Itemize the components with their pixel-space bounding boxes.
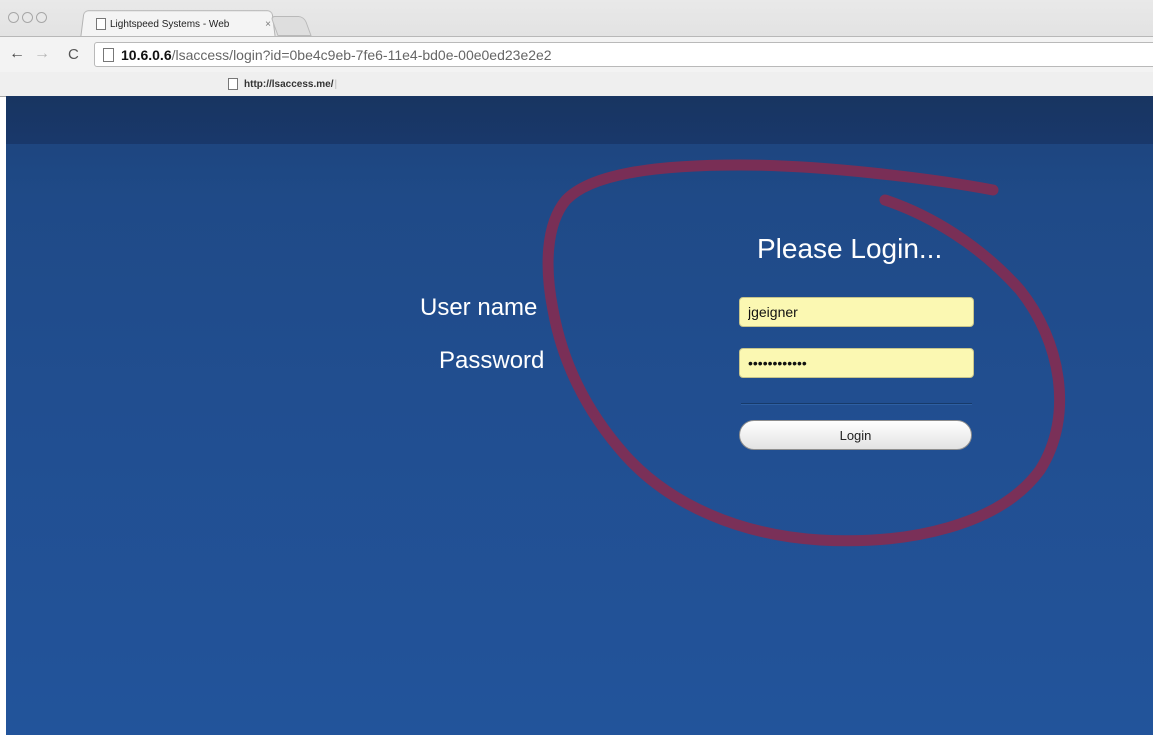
tab-close-icon[interactable]: ×	[265, 19, 271, 30]
tab-title: Lightspeed Systems - Web	[110, 18, 230, 30]
login-heading: Please Login...	[757, 233, 943, 264]
browser-chrome: Lightspeed Systems - Web × ← → C 10.6.0.…	[0, 0, 1153, 97]
zoom-window-icon[interactable]	[36, 12, 47, 23]
new-tab-button[interactable]	[270, 16, 312, 36]
page-document-icon	[96, 18, 106, 30]
password-label: Password	[439, 347, 545, 374]
bookmarks-bar	[0, 72, 1153, 97]
close-window-icon[interactable]	[8, 12, 19, 23]
username-input[interactable]	[739, 297, 974, 327]
address-url[interactable]: 10.6.0.6/lsaccess/login?id=0be4c9eb-7fe6…	[121, 47, 552, 63]
window-controls[interactable]	[8, 12, 50, 26]
url-path: /lsaccess/login?id=0be4c9eb-7fe6-11e4-bd…	[171, 46, 552, 63]
tab-content[interactable]: Lightspeed Systems - Web ×	[96, 15, 271, 33]
form-divider	[741, 403, 972, 404]
forward-arrow-icon[interactable]: →	[34, 44, 50, 64]
bookmark-separator: |	[334, 78, 338, 90]
password-input[interactable]	[739, 348, 974, 378]
page-document-icon	[103, 47, 114, 62]
address-bar[interactable]: 10.6.0.6/lsaccess/login?id=0be4c9eb-7fe6…	[94, 42, 1153, 67]
login-page: Please Login... User name Password Login	[6, 96, 1153, 735]
username-label: User name	[420, 294, 538, 321]
back-arrow-icon[interactable]: ←	[9, 44, 25, 64]
login-button[interactable]: Login	[739, 420, 972, 450]
page-header-band	[6, 96, 1153, 144]
bookmark-item[interactable]: http://lsaccess.me/ |	[228, 76, 337, 92]
bookmark-label: http://lsaccess.me/	[244, 78, 334, 90]
reload-icon[interactable]: C	[68, 45, 79, 65]
bookmark-document-icon	[228, 78, 238, 90]
minimize-window-icon[interactable]	[22, 12, 33, 23]
url-host: 10.6.0.6	[121, 46, 172, 63]
